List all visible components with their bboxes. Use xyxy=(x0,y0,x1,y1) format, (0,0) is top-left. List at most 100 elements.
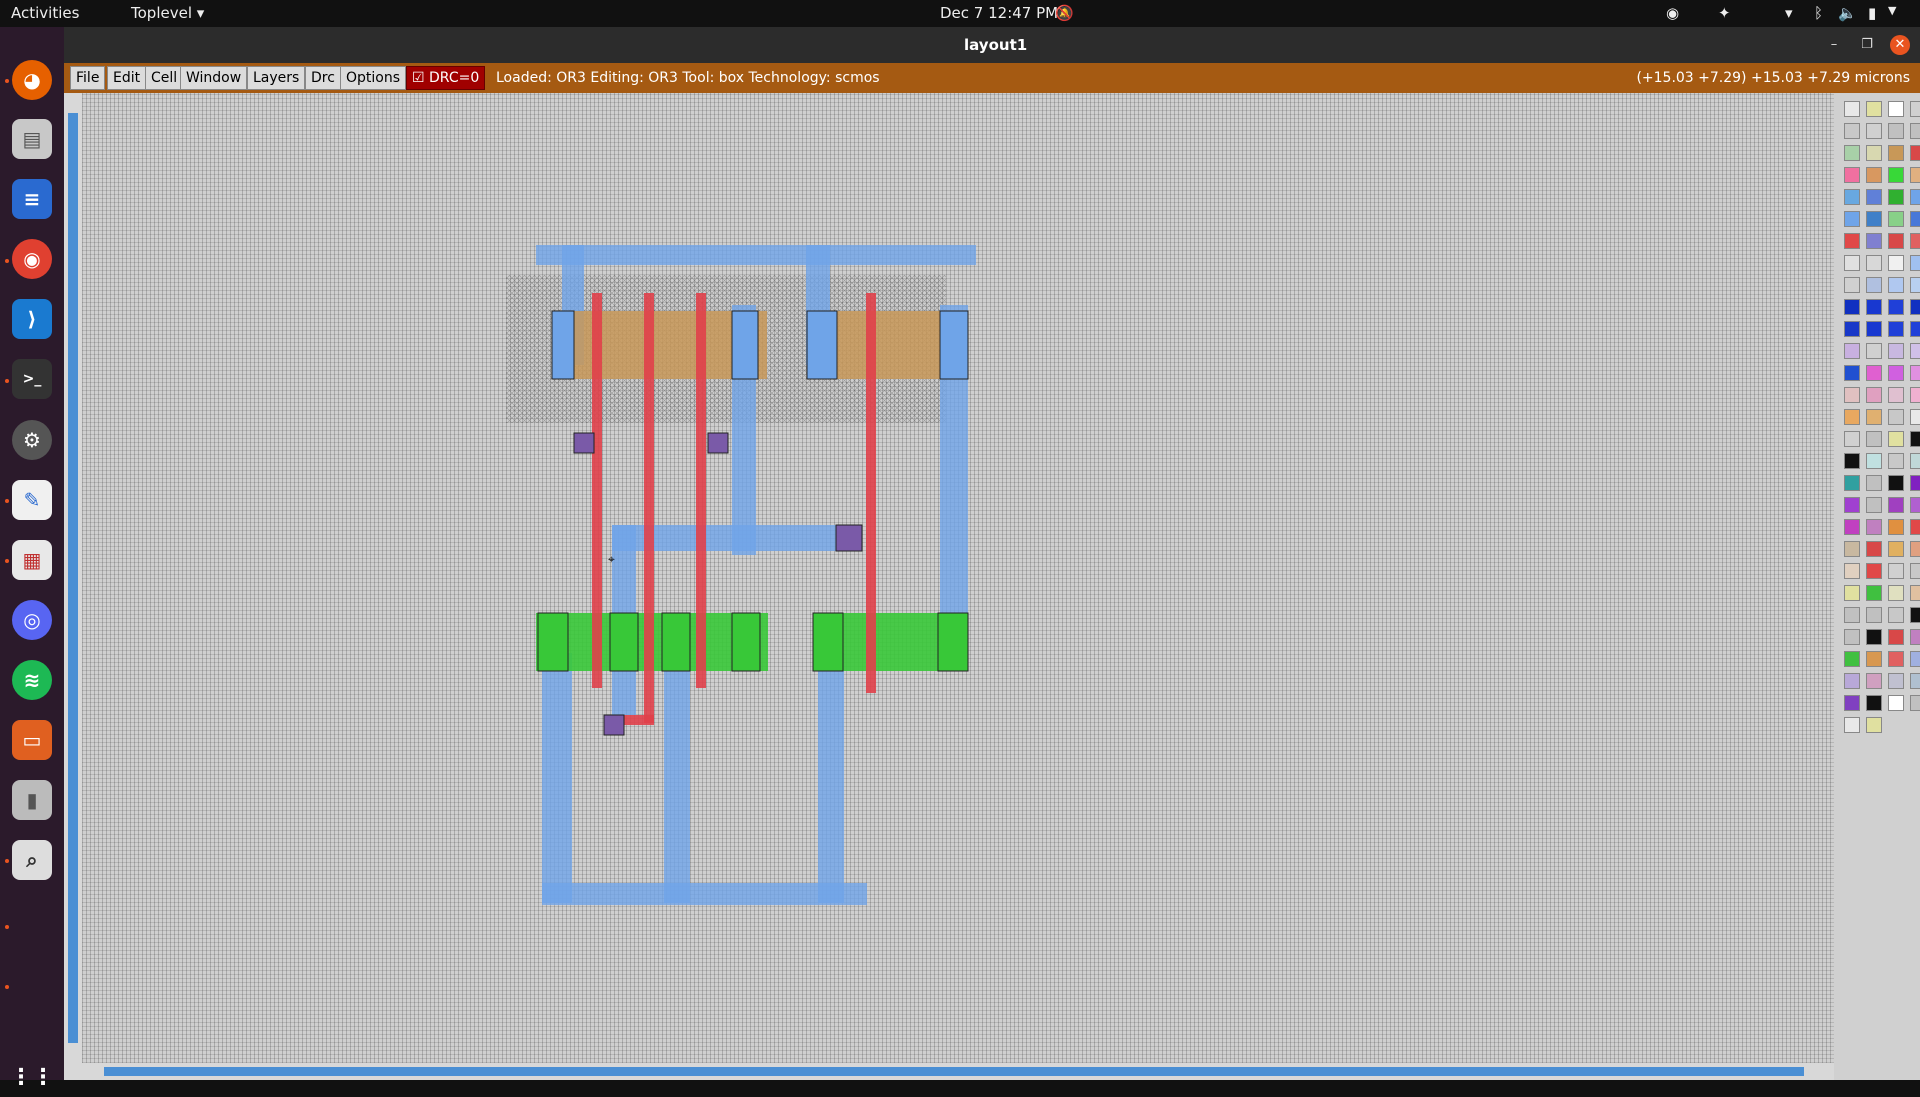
layer-swatch[interactable] xyxy=(1844,673,1860,689)
show-apps-icon[interactable]: ⋮⋮ xyxy=(10,1057,54,1097)
layer-swatch[interactable] xyxy=(1910,255,1920,271)
layer-swatch[interactable] xyxy=(1866,695,1882,711)
layer-swatch[interactable] xyxy=(1866,629,1882,645)
layer-swatch[interactable] xyxy=(1888,431,1904,447)
discord-icon[interactable]: ◎ xyxy=(12,600,52,640)
layer-swatch[interactable] xyxy=(1888,299,1904,315)
layer-swatch[interactable] xyxy=(1866,211,1882,227)
layer-swatch[interactable] xyxy=(1888,541,1904,557)
wifi-icon[interactable]: ▾ xyxy=(1785,4,1793,22)
layer-swatch[interactable] xyxy=(1866,387,1882,403)
layer-swatch[interactable] xyxy=(1866,101,1882,117)
layer-swatch[interactable] xyxy=(1888,101,1904,117)
vscode-icon[interactable]: ⟩ xyxy=(12,299,52,339)
layer-swatch[interactable] xyxy=(1866,233,1882,249)
layer-swatch[interactable] xyxy=(1844,541,1860,557)
layer-swatch[interactable] xyxy=(1866,409,1882,425)
writer-icon[interactable]: ≡ xyxy=(12,179,52,219)
layer-swatch[interactable] xyxy=(1888,651,1904,667)
layer-swatch[interactable] xyxy=(1910,563,1920,579)
layer-swatch[interactable] xyxy=(1910,541,1920,557)
battery-icon[interactable]: ▮ xyxy=(1868,4,1876,22)
horizontal-scrollbar[interactable] xyxy=(64,1063,1834,1080)
layer-swatch[interactable] xyxy=(1866,167,1882,183)
layer-swatch[interactable] xyxy=(1866,255,1882,271)
layer-swatch[interactable] xyxy=(1888,475,1904,491)
layer-swatch[interactable] xyxy=(1866,123,1882,139)
layer-swatch[interactable] xyxy=(1866,299,1882,315)
layer-swatch[interactable] xyxy=(1866,277,1882,293)
layer-swatch[interactable] xyxy=(1844,277,1860,293)
layer-swatch[interactable] xyxy=(1844,321,1860,337)
layer-swatch[interactable] xyxy=(1844,145,1860,161)
text-editor-icon[interactable]: ✎ xyxy=(12,480,52,520)
layer-swatch[interactable] xyxy=(1888,167,1904,183)
layers-menu[interactable]: Layers xyxy=(247,66,306,90)
clock[interactable]: Dec 7 12:47 PM xyxy=(940,4,1058,22)
chrome-icon[interactable]: ◉ xyxy=(12,239,52,279)
layer-swatch[interactable] xyxy=(1844,585,1860,601)
layer-swatch[interactable] xyxy=(1844,189,1860,205)
layer-swatch[interactable] xyxy=(1866,497,1882,513)
window-menu[interactable]: Window xyxy=(180,66,248,90)
layer-swatch[interactable] xyxy=(1910,387,1920,403)
layer-swatch[interactable] xyxy=(1888,123,1904,139)
layer-swatch[interactable] xyxy=(1910,695,1920,711)
layer-swatch[interactable] xyxy=(1888,585,1904,601)
layer-swatch[interactable] xyxy=(1910,189,1920,205)
files-icon[interactable]: ▤ xyxy=(12,119,52,159)
layer-swatch[interactable] xyxy=(1866,607,1882,623)
layer-swatch[interactable] xyxy=(1844,497,1860,513)
layer-swatch[interactable] xyxy=(1910,145,1920,161)
bluetooth-icon[interactable]: ᛒ xyxy=(1814,4,1823,22)
maximize-button[interactable]: ❐ xyxy=(1857,35,1877,55)
layer-swatch[interactable] xyxy=(1888,497,1904,513)
layer-swatch[interactable] xyxy=(1910,233,1920,249)
layer-swatch[interactable] xyxy=(1888,695,1904,711)
layer-swatch[interactable] xyxy=(1888,673,1904,689)
usb-drive-icon[interactable]: ▮ xyxy=(12,780,52,820)
layer-swatch[interactable] xyxy=(1888,277,1904,293)
system-menu-caret-icon[interactable]: ▼ xyxy=(1888,4,1896,17)
layer-swatch[interactable] xyxy=(1910,431,1920,447)
layer-swatch[interactable] xyxy=(1844,651,1860,667)
layer-swatch[interactable] xyxy=(1910,211,1920,227)
layer-swatch[interactable] xyxy=(1910,651,1920,667)
layer-swatch[interactable] xyxy=(1888,453,1904,469)
layer-swatch[interactable] xyxy=(1844,717,1860,733)
accessibility-icon[interactable]: ✦ xyxy=(1718,4,1731,22)
layer-swatch[interactable] xyxy=(1844,255,1860,271)
layer-swatch[interactable] xyxy=(1844,123,1860,139)
layer-swatch[interactable] xyxy=(1844,211,1860,227)
layer-swatch[interactable] xyxy=(1888,563,1904,579)
layer-swatch[interactable] xyxy=(1866,519,1882,535)
layer-swatch[interactable] xyxy=(1888,145,1904,161)
layer-swatch[interactable] xyxy=(1844,365,1860,381)
layer-swatch[interactable] xyxy=(1844,387,1860,403)
edit-menu[interactable]: Edit xyxy=(107,66,147,90)
layer-swatch[interactable] xyxy=(1910,321,1920,337)
layer-swatch[interactable] xyxy=(1910,607,1920,623)
impress-icon[interactable]: ▭ xyxy=(12,720,52,760)
layer-swatch[interactable] xyxy=(1910,123,1920,139)
vertical-scrollbar[interactable] xyxy=(64,93,82,1063)
file-menu[interactable]: File xyxy=(70,66,106,90)
layer-swatch[interactable] xyxy=(1888,233,1904,249)
layer-swatch[interactable] xyxy=(1844,299,1860,315)
layer-swatch[interactable] xyxy=(1866,717,1882,733)
layer-swatch[interactable] xyxy=(1910,673,1920,689)
layer-swatch[interactable] xyxy=(1910,277,1920,293)
activities-button[interactable]: Activities xyxy=(11,4,79,22)
layer-swatch[interactable] xyxy=(1844,101,1860,117)
layer-swatch[interactable] xyxy=(1888,321,1904,337)
close-button[interactable]: ✕ xyxy=(1890,35,1910,55)
layer-swatch[interactable] xyxy=(1888,365,1904,381)
layer-swatch[interactable] xyxy=(1910,101,1920,117)
app-menu[interactable]: Toplevel ▾ xyxy=(131,4,204,22)
layer-swatch[interactable] xyxy=(1888,343,1904,359)
layer-swatch[interactable] xyxy=(1844,519,1860,535)
cell-menu[interactable]: Cell xyxy=(145,66,184,90)
layer-swatch[interactable] xyxy=(1866,145,1882,161)
layer-swatch[interactable] xyxy=(1866,673,1882,689)
layer-swatch[interactable] xyxy=(1844,563,1860,579)
